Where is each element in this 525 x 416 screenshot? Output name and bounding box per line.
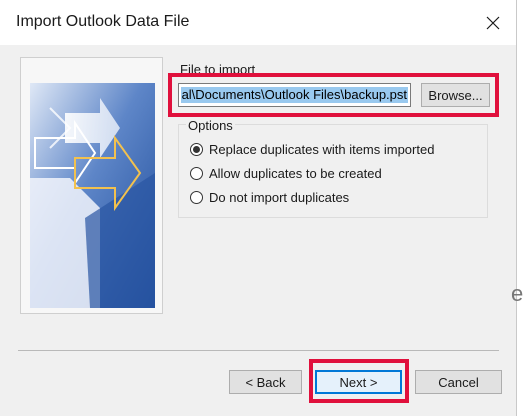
import-dialog: Import Outlook Data File File to import … [0,0,517,416]
background-window-text: e [511,281,524,306]
cancel-button[interactable]: Cancel [415,370,502,394]
radio-label: Replace duplicates with items imported [209,142,435,157]
import-arrows-graphic [30,83,155,308]
title-bar: Import Outlook Data File [0,0,516,45]
footer-separator [18,350,499,351]
radio-label: Do not import duplicates [209,190,350,205]
next-button[interactable]: Next > [315,370,402,394]
back-button[interactable]: < Back [229,370,302,394]
browse-button[interactable]: Browse... [421,83,490,107]
close-button[interactable] [476,8,510,38]
wizard-illustration [20,57,163,314]
radio-allow-duplicates[interactable]: Allow duplicates to be created [190,166,382,181]
close-icon [486,16,500,30]
file-path-value: al\Documents\Outlook Files\backup.pst [180,87,408,103]
radio-label: Allow duplicates to be created [209,166,382,181]
file-path-input[interactable]: al\Documents\Outlook Files\backup.pst [178,83,411,107]
options-legend: Options [186,118,235,133]
radio-no-duplicates[interactable]: Do not import duplicates [190,190,349,205]
radio-replace-duplicates[interactable]: Replace duplicates with items imported [190,142,434,157]
radio-circle-checked [190,143,203,156]
file-to-import-label: File to import [180,62,256,77]
dialog-title: Import Outlook Data File [16,13,190,30]
radio-circle [190,167,203,180]
radio-circle [190,191,203,204]
